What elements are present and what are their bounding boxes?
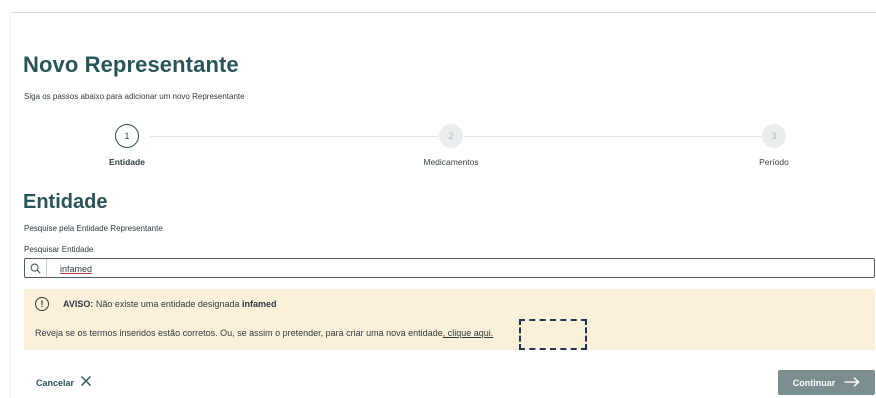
step-number: 2: [439, 124, 463, 148]
continue-label: Continuar: [792, 377, 836, 388]
warning-banner: ! AVISO: Não existe uma entidade designa…: [24, 289, 875, 350]
step-number: 3: [762, 124, 786, 148]
step-label: Período: [759, 157, 789, 167]
create-entity-link[interactable]: , clique aqui.: [443, 328, 494, 338]
close-icon: [80, 374, 92, 392]
warning-prefix: AVISO:: [63, 299, 94, 309]
step-number: 1: [115, 124, 139, 148]
section-subtitle: Pesquise pela Entidade Representante: [24, 224, 163, 233]
warning-icon: !: [35, 297, 49, 311]
search-field[interactable]: [24, 258, 875, 278]
page-title: Novo Representante: [23, 52, 239, 77]
cancel-button[interactable]: Cancelar: [36, 374, 92, 392]
left-border: [10, 12, 11, 398]
warning-detail-text: Reveja se os termos inseridos estão corr…: [35, 328, 443, 338]
step-periodo[interactable]: 3 Período: [714, 120, 834, 167]
step-label: Entidade: [109, 157, 145, 167]
warning-message: Não existe uma entidade designada: [95, 299, 240, 309]
warning-detail: Reveja se os termos inseridos estão corr…: [35, 328, 493, 338]
page-subtitle: Siga os passos abaixo para adicionar um …: [24, 92, 245, 101]
section-title: Entidade: [23, 191, 108, 213]
warning-entity: infamed: [241, 299, 277, 309]
arrow-right-icon: [844, 376, 860, 389]
top-border: [10, 12, 876, 13]
search-label: Pesquisar Entidade: [24, 245, 94, 254]
warning-title: AVISO: Não existe uma entidade designada…: [63, 299, 277, 309]
stepper: 1 Entidade 2 Medicamentos 3 Período: [0, 120, 876, 180]
step-entidade[interactable]: 1 Entidade: [67, 120, 187, 167]
step-label: Medicamentos: [423, 157, 479, 167]
search-icon: [25, 259, 47, 277]
cancel-label: Cancelar: [36, 378, 75, 388]
search-input[interactable]: [60, 262, 840, 275]
continue-button[interactable]: Continuar: [778, 370, 875, 395]
step-medicamentos[interactable]: 2 Medicamentos: [391, 120, 511, 167]
